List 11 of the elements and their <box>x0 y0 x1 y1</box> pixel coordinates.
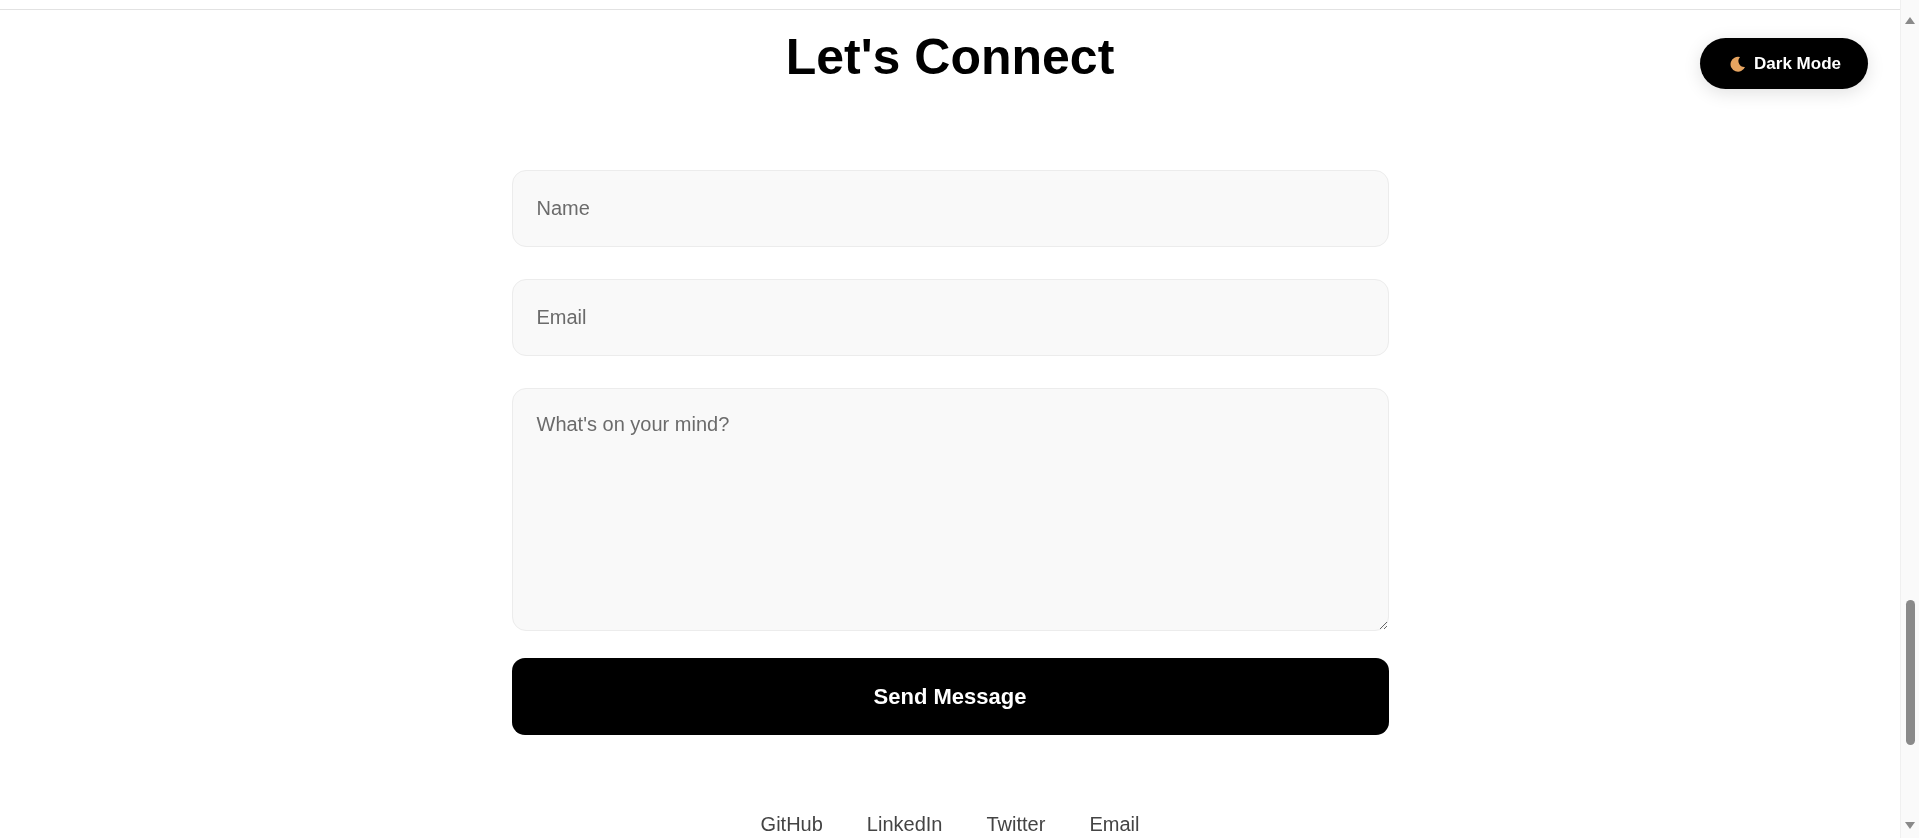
text-field[interactable]: Name <box>511 170 1389 247</box>
footer-link[interactable]: LinkedIn <box>866 813 943 836</box>
text-field[interactable]: Email <box>511 279 1389 356</box>
footer-link[interactable]: GitHub <box>760 813 823 836</box>
footer-link[interactable]: Email <box>1089 813 1140 836</box>
send-message-button[interactable]: Send Message <box>511 658 1389 735</box>
footer-link[interactable]: Twitter <box>986 813 1046 836</box>
page-heading: Let's Connect <box>785 28 1115 87</box>
message-field[interactable]: What's on your mind? <box>511 388 1389 631</box>
moon-icon <box>1730 55 1747 72</box>
dark-mode-button[interactable]: Dark Mode <box>1700 38 1868 89</box>
